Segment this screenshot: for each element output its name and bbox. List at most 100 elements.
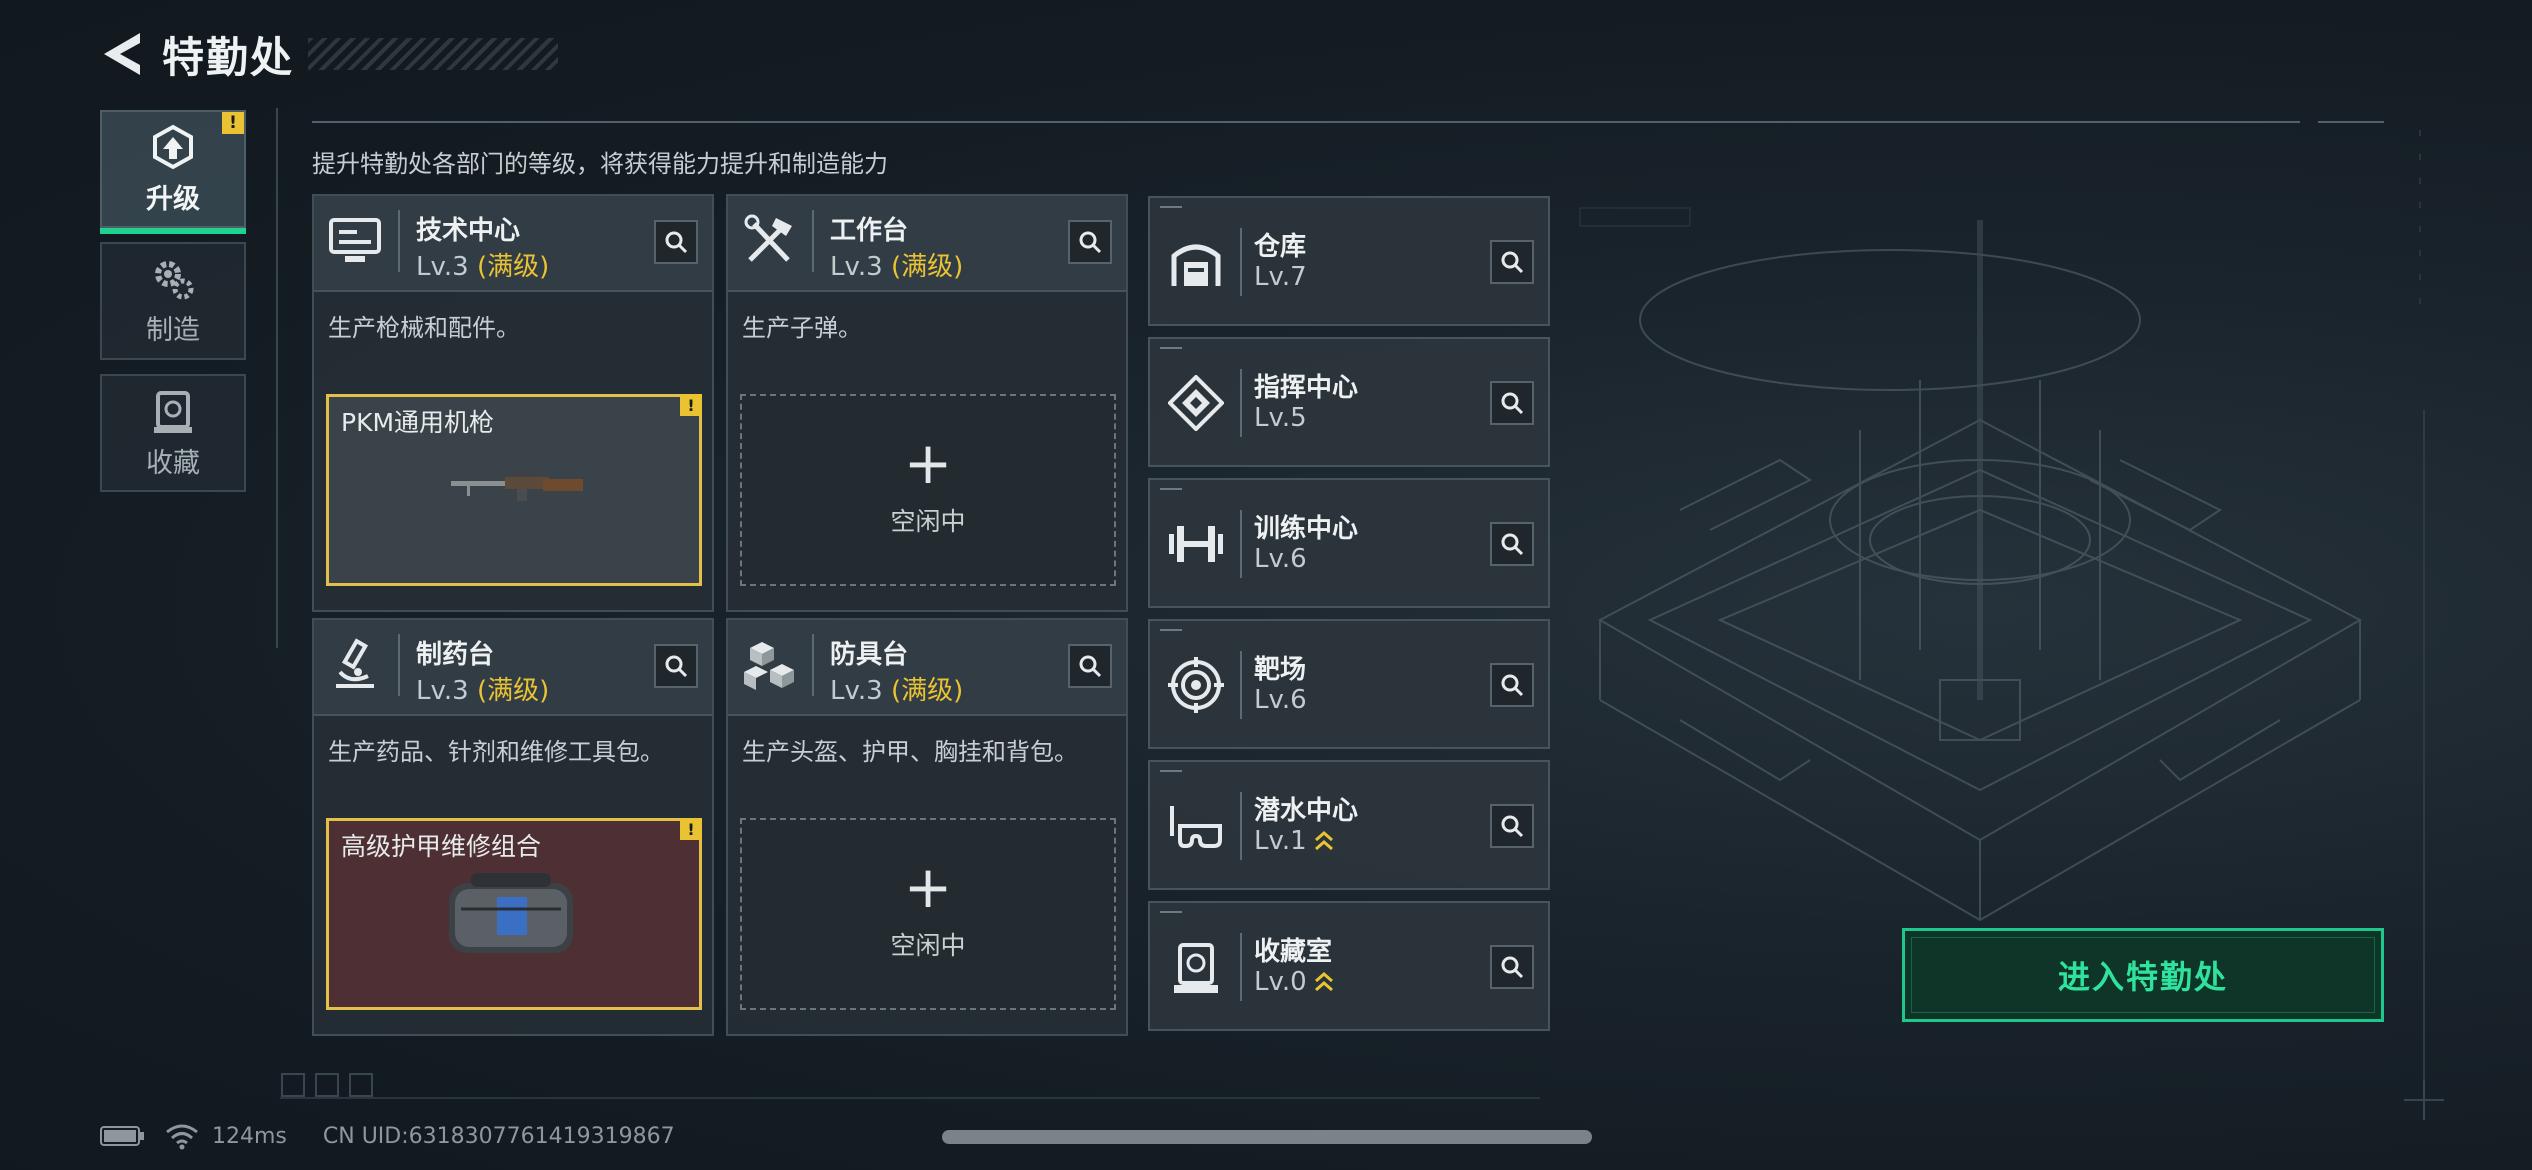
tab-label: 升级 <box>146 183 200 215</box>
facility-level: Lv.7 <box>1254 262 1307 292</box>
inspect-button[interactable] <box>654 220 698 264</box>
collection-room-icon <box>1164 935 1228 999</box>
department-card-tech-center[interactable]: 技术中心 Lv.3 (满级) 生产枪械和配件。 PKM通用机枪 ! <box>312 194 714 612</box>
inspect-button[interactable] <box>1490 663 1534 707</box>
level-value: Lv.1 <box>1254 826 1307 856</box>
max-level-label: (满级) <box>890 676 964 706</box>
back-button[interactable] <box>96 24 150 84</box>
department-level: Lv.3 (满级) <box>416 670 549 707</box>
icon-separator <box>812 634 814 696</box>
search-icon <box>1501 251 1524 274</box>
item-name: PKM通用机枪 <box>341 408 495 437</box>
inspect-button[interactable] <box>1490 240 1534 284</box>
corner-mark <box>1160 629 1182 631</box>
level-value: Lv.0 <box>1254 967 1307 997</box>
level-value: Lv.5 <box>1254 403 1307 433</box>
level-value: Lv.3 <box>830 676 883 706</box>
facility-level: Lv.1 <box>1254 826 1335 856</box>
card-header: 技术中心 Lv.3 (满级) <box>314 196 712 292</box>
department-card-armor-bench[interactable]: 防具台 Lv.3 (满级) 生产头盔、护甲、胸挂和背包。 + 空闲中 <box>726 618 1128 1036</box>
tab-upgrade[interactable]: 升级 ! <box>100 110 246 234</box>
inspect-button[interactable] <box>1490 804 1534 848</box>
production-slot-empty[interactable]: + 空闲中 <box>740 394 1116 586</box>
ping-value: 124ms <box>212 1123 287 1149</box>
department-name: 防具台 <box>830 640 909 670</box>
department-description: 生产子弹。 <box>742 314 862 342</box>
inspect-button[interactable] <box>1490 381 1534 425</box>
facility-level: Lv.0 <box>1254 967 1335 997</box>
facility-name: 仓库 <box>1254 232 1307 262</box>
facility-row-shooting-range[interactable]: 靶场 Lv.6 <box>1148 619 1550 749</box>
warehouse-icon <box>1164 230 1228 294</box>
facility-row-warehouse[interactable]: 仓库 Lv.7 <box>1148 196 1550 326</box>
alert-badge: ! <box>680 394 702 416</box>
facility-name: 指挥中心 <box>1254 373 1359 403</box>
search-icon <box>1079 655 1102 678</box>
page-header: 特勤处 <box>96 22 559 86</box>
target-icon <box>1164 653 1228 717</box>
facility-level: Lv.5 <box>1254 403 1307 433</box>
idle-label: 空闲中 <box>890 931 966 960</box>
enter-special-ops-button[interactable]: 进入特勤处 <box>1902 928 2384 1022</box>
icon-separator <box>1240 933 1242 1001</box>
icon-separator <box>1240 792 1242 860</box>
microscope-icon <box>324 634 386 696</box>
corner-mark <box>1160 911 1182 913</box>
department-name: 技术中心 <box>416 216 521 246</box>
upgrade-available-icon <box>1314 972 1333 992</box>
add-icon: + <box>903 853 953 921</box>
facility-row-training-center[interactable]: 训练中心 Lv.6 <box>1148 478 1550 608</box>
collection-cabinet-icon <box>154 390 192 433</box>
idle-label: 空闲中 <box>890 507 966 536</box>
icon-separator <box>398 634 400 696</box>
department-card-pharmacy[interactable]: 制药台 Lv.3 (满级) 生产药品、针剂和维修工具包。 高级护甲维修组合 ! <box>312 618 714 1036</box>
alert-badge: ! <box>680 818 702 840</box>
dumbbell-icon <box>1164 512 1228 576</box>
page-description: 提升特勤处各部门的等级，将获得能力提升和制造能力 <box>312 150 888 178</box>
inspect-button[interactable] <box>1068 220 1112 264</box>
facility-name: 潜水中心 <box>1254 796 1359 826</box>
department-description: 生产药品、针剂和维修工具包。 <box>328 738 664 766</box>
production-slot-empty[interactable]: + 空闲中 <box>740 818 1116 1010</box>
facility-name: 靶场 <box>1254 655 1307 685</box>
icon-separator <box>812 210 814 272</box>
level-value: Lv.7 <box>1254 262 1307 292</box>
department-card-workbench[interactable]: 工作台 Lv.3 (满级) 生产子弹。 + 空闲中 <box>726 194 1128 612</box>
facility-level: Lv.6 <box>1254 544 1307 574</box>
back-arrow-icon <box>104 33 140 75</box>
base-building-illustration <box>1597 220 2363 922</box>
tab-collection[interactable]: 收藏 <box>100 374 246 492</box>
gears-icon <box>155 260 194 299</box>
corner-mark <box>1160 770 1182 772</box>
icon-separator <box>1240 228 1242 296</box>
card-header: 工作台 Lv.3 (满级) <box>728 196 1126 292</box>
inspect-button[interactable] <box>1490 945 1534 989</box>
top-divider <box>312 121 2300 123</box>
monitor-icon <box>324 210 386 272</box>
search-icon <box>1501 533 1524 556</box>
inspect-button[interactable] <box>654 644 698 688</box>
production-slot[interactable]: 高级护甲维修组合 ! <box>326 818 702 1010</box>
icon-separator <box>1240 510 1242 578</box>
upgrade-available-icon <box>1314 831 1333 851</box>
level-value: Lv.6 <box>1254 544 1307 574</box>
level-value: Lv.3 <box>416 252 469 282</box>
armor-repair-kit-image <box>449 873 573 953</box>
facility-row-diving-center[interactable]: 潜水中心 Lv.1 <box>1148 760 1550 890</box>
alert-badge: ! <box>222 112 244 134</box>
inspect-button[interactable] <box>1490 522 1534 566</box>
facility-row-command-center[interactable]: 指挥中心 Lv.5 <box>1148 337 1550 467</box>
facility-level: Lv.6 <box>1254 685 1307 715</box>
add-icon: + <box>903 429 953 497</box>
home-indicator[interactable] <box>942 1130 1592 1144</box>
department-description: 生产枪械和配件。 <box>328 314 520 342</box>
tab-craft[interactable]: 制造 <box>100 242 246 360</box>
inspect-button[interactable] <box>1068 644 1112 688</box>
item-name: 高级护甲维修组合 <box>341 832 542 861</box>
production-slot[interactable]: PKM通用机枪 ! <box>326 394 702 586</box>
max-level-label: (满级) <box>890 252 964 282</box>
facility-row-collection-room[interactable]: 收藏室 Lv.0 <box>1148 901 1550 1031</box>
battery-icon <box>100 1126 144 1146</box>
title-stripe-decoration <box>308 38 559 70</box>
department-level: Lv.3 (满级) <box>830 670 963 707</box>
